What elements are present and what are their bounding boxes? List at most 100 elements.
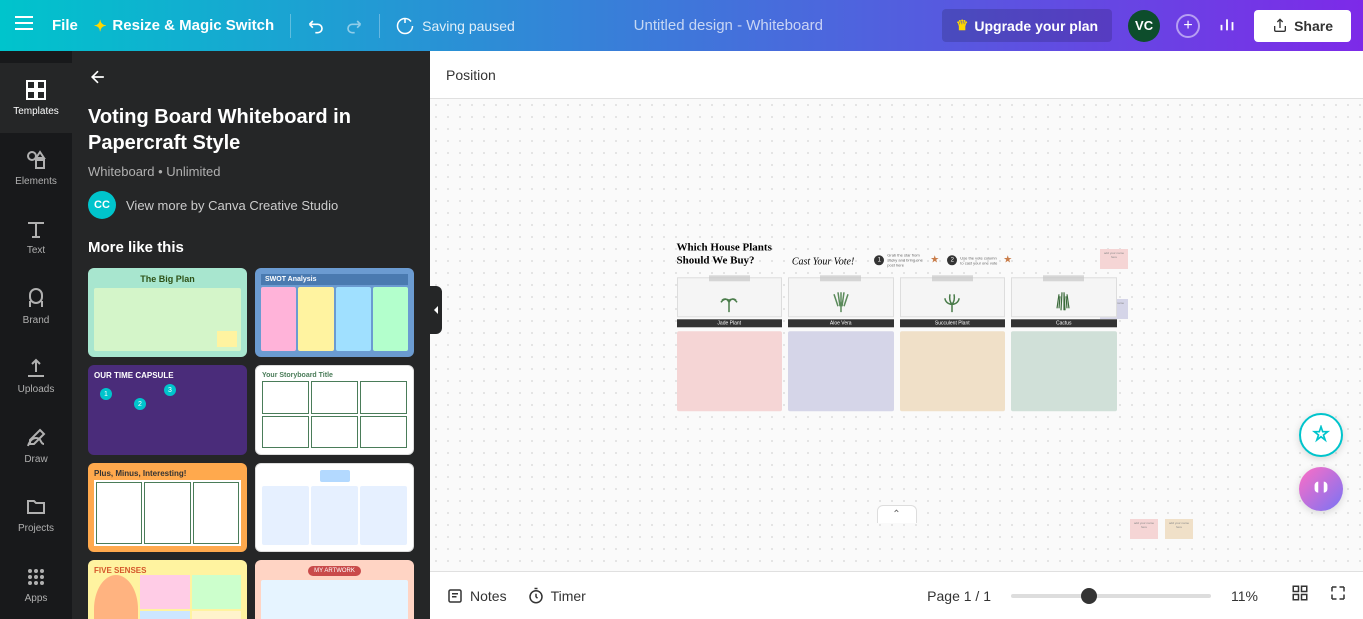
template-thumbnail[interactable]: The Big Plan	[88, 268, 247, 357]
share-button[interactable]: Share	[1254, 10, 1351, 42]
grid-view-button[interactable]	[1291, 584, 1309, 607]
undo-button[interactable]	[307, 16, 327, 36]
plant-label: Cactus	[1011, 320, 1117, 328]
vote-area	[677, 332, 783, 412]
nav-label: Projects	[18, 523, 54, 534]
nav-label: Text	[27, 245, 45, 256]
step-text: Use the vote column to cast your one vot…	[960, 255, 1000, 265]
saving-status[interactable]: Saving paused	[396, 17, 515, 35]
wb-title-line1: Which House Plants	[677, 241, 772, 254]
thumb-title: MY ARTWORK	[308, 566, 361, 576]
canva-assistant-button[interactable]	[1299, 467, 1343, 511]
thumb-title: The Big Plan	[94, 274, 241, 284]
ai-assistant-button[interactable]	[1299, 413, 1343, 457]
author-text: View more by Canva Creative Studio	[126, 198, 338, 213]
sticky-note[interactable]: add your name here	[1130, 519, 1158, 539]
nav-templates[interactable]: Templates	[0, 63, 72, 133]
notes-button[interactable]: Notes	[446, 587, 507, 605]
page-panel-toggle[interactable]: ⌃	[877, 505, 917, 523]
template-thumbnail[interactable]: Your Storyboard Title	[255, 365, 414, 454]
plant-photo	[788, 278, 894, 318]
wb-title-line2: Should We Buy?	[677, 254, 772, 267]
nav-text[interactable]: Text	[0, 202, 72, 272]
vote-area	[1011, 332, 1117, 412]
collapse-panel-button[interactable]	[430, 286, 442, 334]
star-icon: ★	[930, 255, 939, 266]
left-nav: Templates Elements Text Brand Uploads Dr…	[0, 51, 72, 619]
thumb-title: FIVE SENSES	[94, 566, 241, 575]
nav-apps[interactable]: Apps	[0, 550, 72, 619]
template-title: Voting Board Whiteboard in Papercraft St…	[88, 104, 414, 156]
nav-uploads[interactable]: Uploads	[0, 341, 72, 411]
divider	[379, 14, 380, 38]
template-thumbnail[interactable]: MY ARTWORK	[255, 560, 414, 619]
fullscreen-button[interactable]	[1329, 584, 1347, 607]
nav-brand[interactable]: Brand	[0, 272, 72, 342]
plant-label: Succulent Plant	[900, 320, 1006, 328]
template-thumbnail[interactable]: FIVE SENSES	[88, 560, 247, 619]
nav-label: Draw	[24, 454, 47, 465]
nav-label: Brand	[23, 315, 50, 326]
zoom-thumb[interactable]	[1081, 588, 1097, 604]
author-badge: CC	[88, 191, 116, 219]
template-thumbnail[interactable]	[255, 463, 414, 552]
thumb-title: SWOT Analysis	[261, 274, 408, 285]
template-thumbnail[interactable]: Plus, Minus, Interesting!	[88, 463, 247, 552]
template-meta: Whiteboard • Unlimited	[88, 164, 414, 179]
back-button[interactable]	[88, 67, 108, 92]
user-avatar[interactable]: VC	[1128, 10, 1160, 42]
resize-label: Resize & Magic Switch	[112, 17, 274, 34]
vote-area	[788, 332, 894, 412]
plant-photo	[900, 278, 1006, 318]
canvas[interactable]: add your name here add your name here ad…	[430, 99, 1363, 571]
upgrade-label: Upgrade your plan	[974, 18, 1098, 34]
plant-label: Jade Plant	[677, 320, 783, 328]
notes-label: Notes	[470, 588, 507, 604]
whiteboard-content[interactable]: Which House Plants Should We Buy? Cast Y…	[677, 241, 1117, 411]
sparkle-icon: ✦	[94, 17, 107, 35]
add-collaborator-button[interactable]: +	[1176, 14, 1200, 38]
nav-label: Uploads	[18, 384, 55, 395]
position-button[interactable]: Position	[446, 67, 496, 83]
more-like-this-heading: More like this	[88, 239, 414, 256]
plant-photo	[1011, 278, 1117, 318]
plant-photo	[677, 278, 783, 318]
design-title[interactable]: Untitled design - Whiteboard	[531, 17, 926, 34]
nav-elements[interactable]: Elements	[0, 133, 72, 203]
step-text: Grab the star from sticky and bring one …	[887, 253, 927, 268]
wb-subtitle: Cast Your Vote!	[792, 257, 854, 268]
redo-button[interactable]	[343, 16, 363, 36]
thumb-title: Plus, Minus, Interesting!	[94, 469, 241, 478]
saving-label: Saving paused	[422, 18, 515, 34]
star-icon: ★	[1003, 255, 1012, 266]
crown-icon: ♛	[956, 17, 969, 34]
vote-area	[900, 332, 1006, 412]
thumb-title: Your Storyboard Title	[262, 372, 407, 379]
nav-projects[interactable]: Projects	[0, 480, 72, 550]
file-menu[interactable]: File	[52, 17, 78, 34]
sticky-note[interactable]: add your name here	[1165, 519, 1193, 539]
author-link[interactable]: CC View more by Canva Creative Studio	[88, 191, 414, 219]
templates-panel: Voting Board Whiteboard in Papercraft St…	[72, 51, 430, 619]
divider	[290, 14, 291, 38]
share-label: Share	[1294, 18, 1333, 34]
page-indicator[interactable]: Page 1 / 1	[927, 588, 991, 604]
template-thumbnail[interactable]: SWOT Analysis	[255, 268, 414, 357]
template-thumbnail[interactable]: OUR TIME CAPSULE 1 2 3	[88, 365, 247, 454]
timer-button[interactable]: Timer	[527, 587, 586, 605]
menu-icon[interactable]	[12, 11, 36, 40]
plant-label: Aloe Vera	[788, 320, 894, 328]
zoom-percentage[interactable]: 11%	[1231, 588, 1271, 604]
resize-magic-switch-button[interactable]: ✦ Resize & Magic Switch	[94, 17, 274, 35]
zoom-slider[interactable]	[1011, 594, 1211, 598]
step-number: 1	[874, 255, 884, 265]
nav-label: Apps	[25, 593, 48, 604]
nav-draw[interactable]: Draw	[0, 411, 72, 481]
thumb-title: OUR TIME CAPSULE	[94, 371, 241, 380]
upgrade-button[interactable]: ♛ Upgrade your plan	[942, 9, 1112, 42]
nav-label: Elements	[15, 176, 57, 187]
timer-label: Timer	[551, 588, 586, 604]
step-number: 2	[947, 255, 957, 265]
nav-label: Templates	[13, 106, 59, 117]
analytics-button[interactable]	[1216, 12, 1238, 39]
